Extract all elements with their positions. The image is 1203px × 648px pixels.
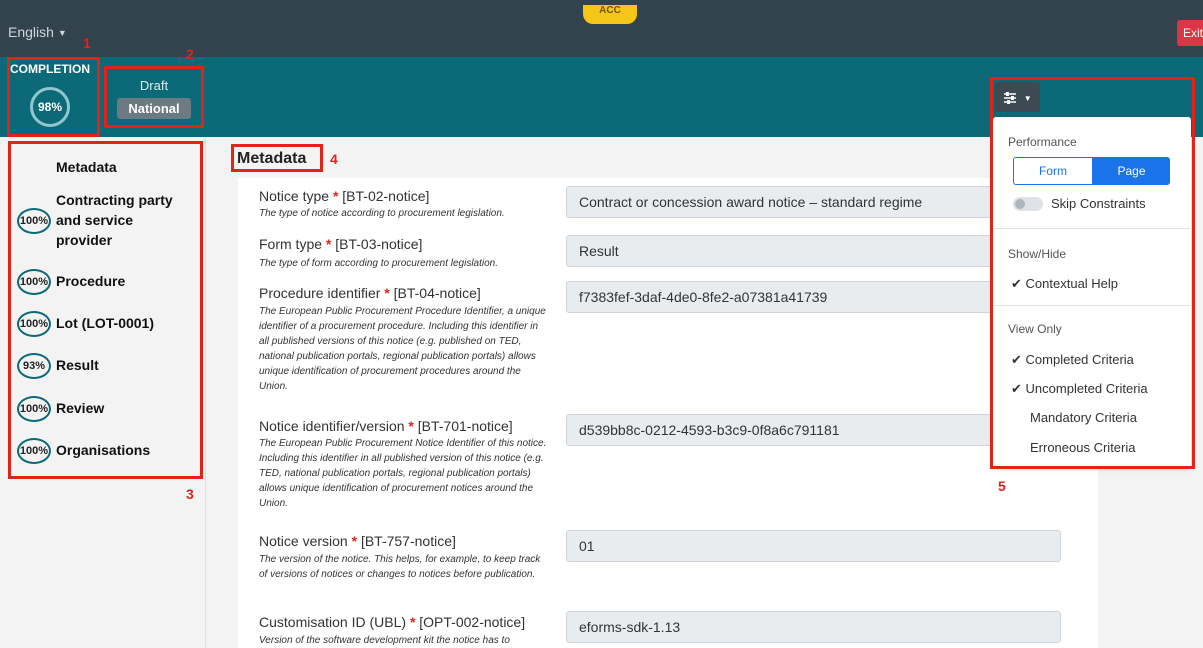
required-marker: * — [384, 285, 390, 301]
exit-button[interactable]: Exit — [1177, 20, 1203, 46]
annotation-number-1: 1 — [83, 35, 91, 51]
field-code: [BT-04-notice] — [393, 285, 481, 301]
field-code: [BT-757-notice] — [360, 533, 456, 549]
annotation-box-3 — [8, 141, 203, 479]
field-help: The version of the notice. This helps, f… — [259, 554, 541, 580]
field-label-text: Notice type — [259, 188, 330, 204]
field-label-procedure-identifier: Procedure identifier * [BT-04-notice] — [259, 285, 481, 301]
field-label-notice-type: Notice type * [BT-02-notice] — [259, 188, 429, 204]
field-label-text: Form type — [259, 236, 323, 252]
field-help: The European Public Procurement Procedur… — [259, 306, 546, 392]
required-marker: * — [408, 418, 414, 434]
annotation-number-4: 4 — [330, 151, 338, 167]
chevron-down-icon: ▼ — [57, 28, 67, 38]
field-help: The European Public Procurement Notice I… — [259, 438, 547, 509]
annotation-box-4 — [231, 144, 323, 172]
field-help: The type of form according to procuremen… — [259, 258, 499, 269]
field-code: [BT-03-notice] — [335, 236, 423, 252]
annotation-box-5 — [990, 77, 1195, 469]
field-help: Version of the software development kit … — [259, 635, 510, 646]
notice-version-field[interactable]: 01 — [566, 530, 1061, 562]
form-type-field[interactable]: Result — [566, 235, 1061, 267]
field-code: [BT-02-notice] — [342, 188, 430, 204]
field-code: [OPT-002-notice] — [419, 614, 526, 630]
language-selector[interactable]: English ▼ — [8, 24, 67, 40]
required-marker: * — [409, 614, 416, 630]
language-label: English — [8, 24, 54, 40]
customisation-id-field[interactable]: eforms-sdk-1.13 — [566, 611, 1061, 643]
annotation-number-2: 2 — [186, 46, 194, 62]
annotation-number-5: 5 — [998, 478, 1006, 494]
annotation-number-3: 3 — [186, 486, 194, 502]
annotation-box-2 — [104, 66, 204, 128]
required-marker: * — [351, 533, 358, 549]
environment-badge: ACC — [583, 5, 637, 24]
field-help: The type of notice according to procurem… — [259, 208, 505, 219]
annotation-box-1 — [7, 57, 100, 137]
field-code: [BT-701-notice] — [417, 418, 513, 434]
field-label-notice-version: Notice version * [BT-757-notice] — [259, 533, 456, 549]
field-label-form-type: Form type * [BT-03-notice] — [259, 236, 422, 252]
field-label-text: Procedure identifier — [259, 285, 381, 301]
required-marker: * — [332, 188, 339, 204]
notice-identifier-field[interactable]: d539bb8c-0212-4593-b3c9-0f8a6c791181 — [566, 414, 1061, 446]
field-label-notice-identifier: Notice identifier/version * [BT-701-noti… — [259, 418, 513, 434]
field-label-text: Notice version — [259, 533, 348, 549]
field-label-text: Customisation ID (UBL) — [259, 614, 407, 630]
field-label-text: Notice identifier/version — [259, 418, 405, 434]
required-marker: * — [325, 236, 332, 252]
field-label-customisation-id: Customisation ID (UBL) * [OPT-002-notice… — [259, 614, 525, 630]
notice-type-field[interactable]: Contract or concession award notice – st… — [566, 186, 1061, 218]
procedure-identifier-field[interactable]: f7383fef-3daf-4de0-8fe2-a07381a41739 — [566, 281, 1061, 313]
